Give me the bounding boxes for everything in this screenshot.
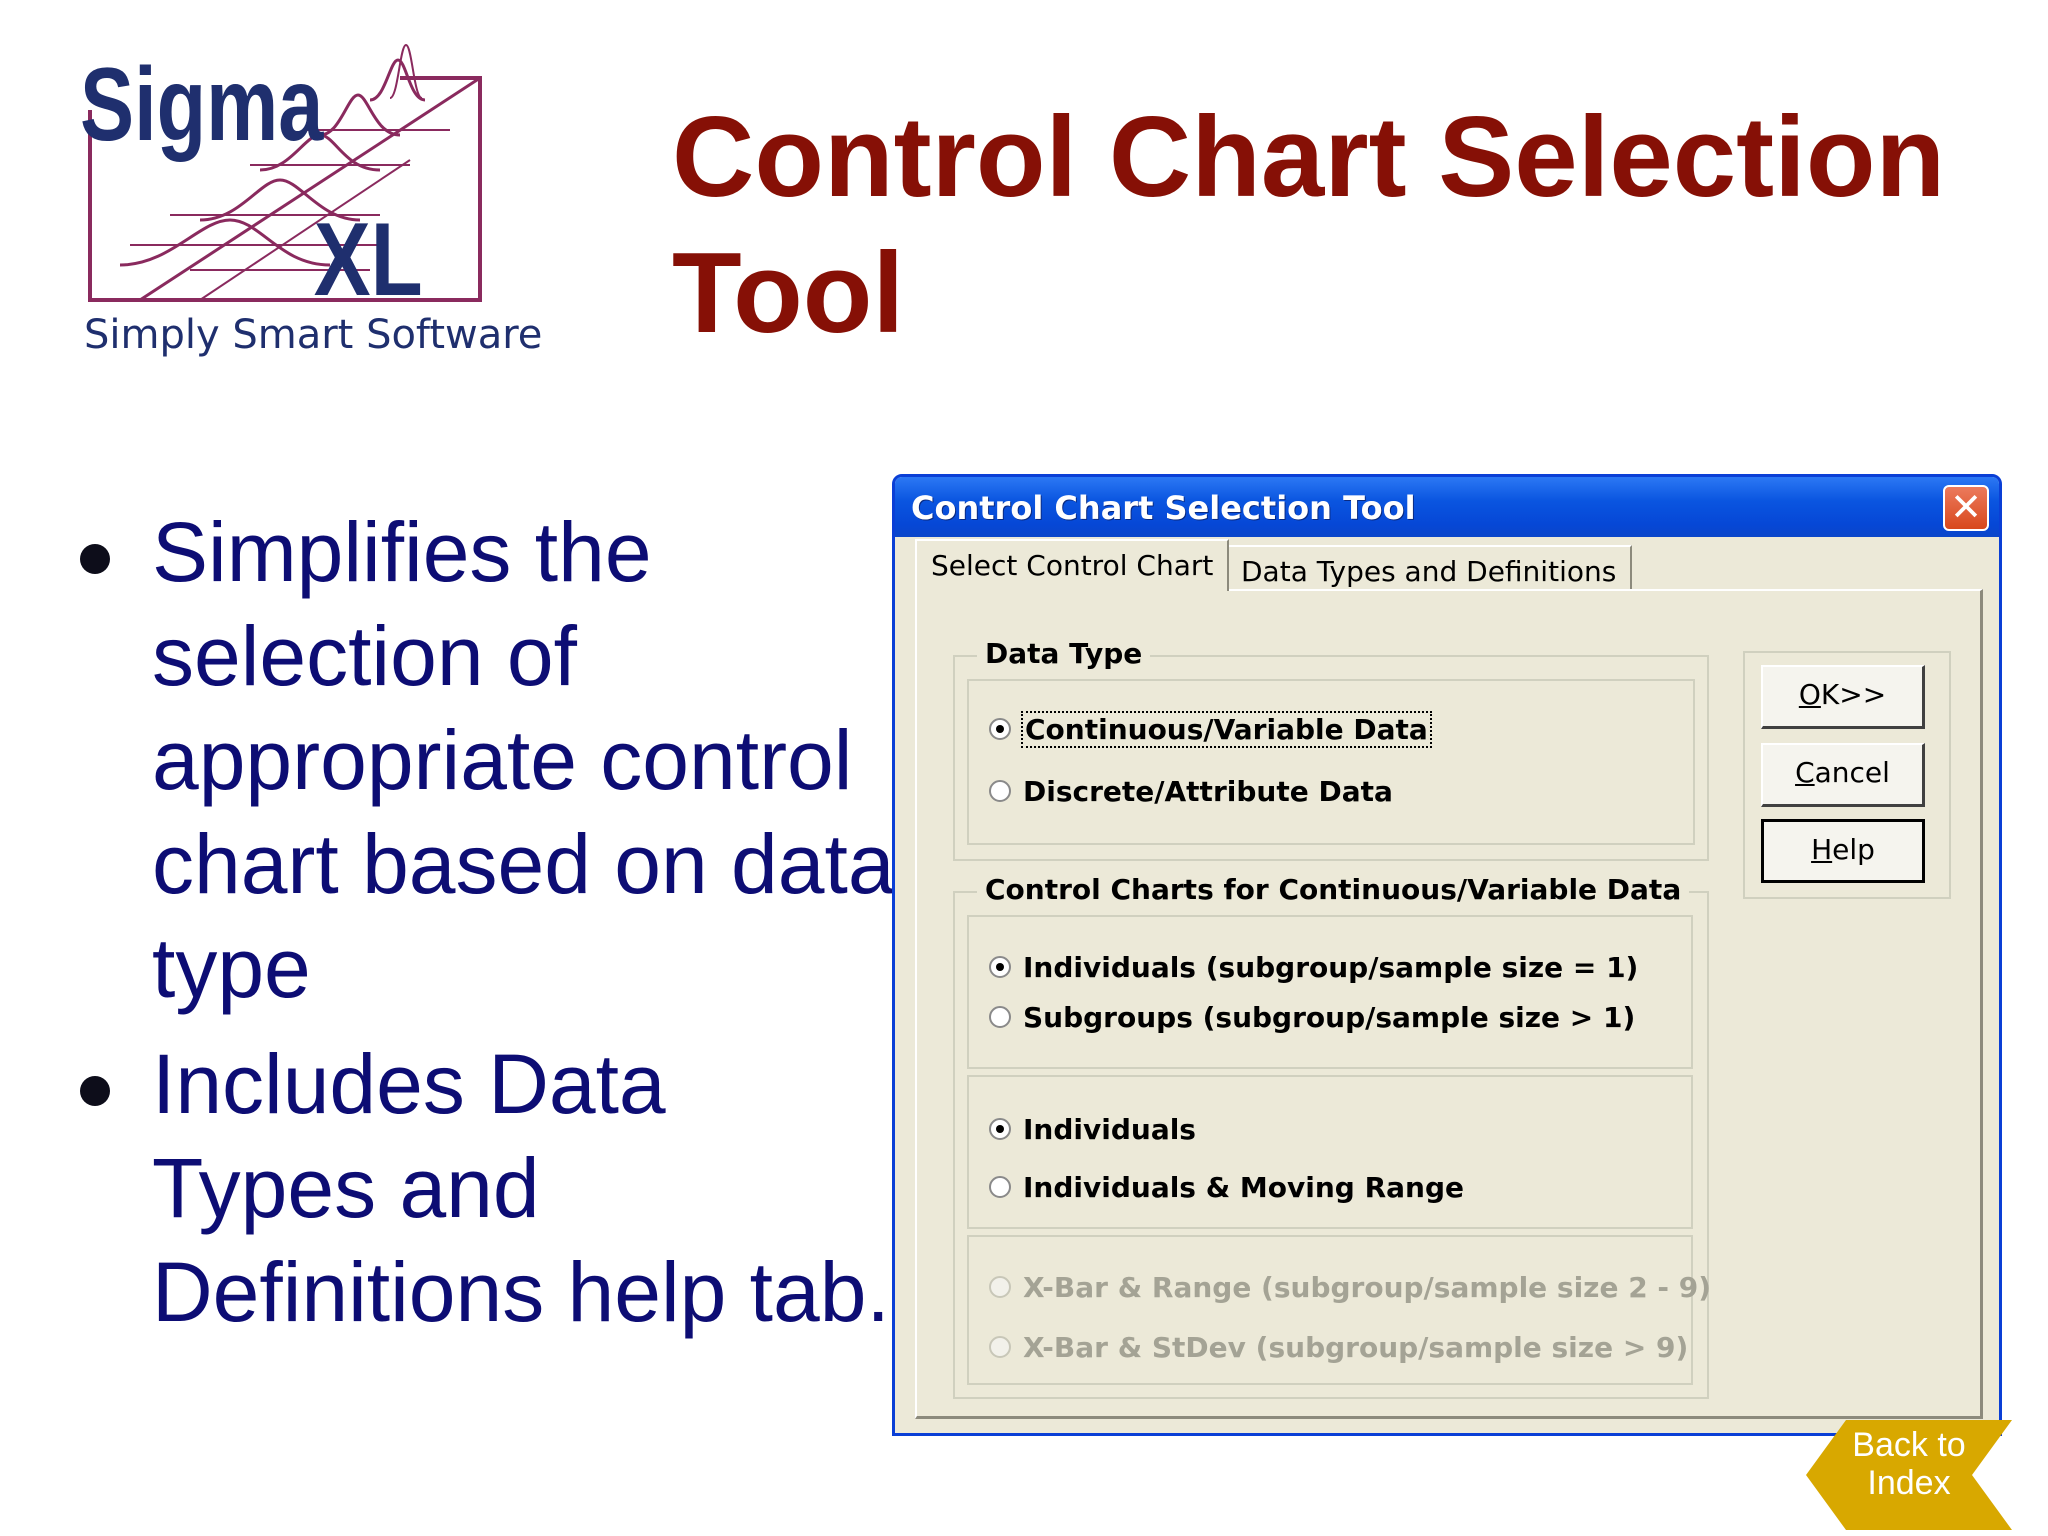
radio-unchecked-icon[interactable]: [989, 1176, 1011, 1198]
individuals-chart-box: Individuals Individuals & Moving Range: [967, 1075, 1693, 1229]
dialog-title: Control Chart Selection Tool: [911, 489, 1416, 527]
radio-label: Continuous/Variable Data: [1021, 710, 1432, 748]
radio-checked-icon[interactable]: [989, 1118, 1011, 1140]
bullet-dot-icon: [80, 544, 110, 574]
continuous-charts-legend: Control Charts for Continuous/Variable D…: [977, 873, 1690, 906]
radio-label: Individuals: [1023, 1112, 1196, 1146]
cancel-button[interactable]: Cancel: [1761, 743, 1925, 807]
radio-label: X-Bar & Range (subgroup/sample size 2 - …: [1023, 1270, 1712, 1304]
bullet-item: Simplifies the selection of appropriate …: [70, 500, 900, 1020]
dialog-titlebar[interactable]: Control Chart Selection Tool ✕: [895, 477, 1999, 537]
logo-brand-bottom: XL: [314, 202, 423, 318]
data-type-options-box: Continuous/Variable Data Discrete/Attrib…: [967, 679, 1695, 845]
ok-button[interactable]: OK>>: [1761, 665, 1925, 729]
radio-label: Discrete/Attribute Data: [1023, 774, 1393, 808]
radio-disabled-icon: [989, 1336, 1011, 1358]
radio-individuals[interactable]: Individuals: [989, 1109, 1196, 1149]
radio-individuals-moving-range[interactable]: Individuals & Moving Range: [989, 1167, 1464, 1207]
radio-individuals-size-1[interactable]: Individuals (subgroup/sample size = 1): [989, 947, 1638, 987]
help-button[interactable]: Help: [1761, 819, 1925, 883]
radio-discrete-attribute-data[interactable]: Discrete/Attribute Data: [989, 771, 1393, 811]
continuous-charts-group: Control Charts for Continuous/Variable D…: [953, 873, 1711, 1399]
logo-tagline: Simply Smart Software: [84, 312, 543, 358]
subgroup-size-box: Individuals (subgroup/sample size = 1) S…: [967, 915, 1693, 1069]
radio-checked-icon[interactable]: [989, 956, 1011, 978]
radio-disabled-icon: [989, 1276, 1011, 1298]
bullet-list: Simplifies the selection of appropriate …: [70, 500, 900, 1356]
bullet-text: Includes Data Types and Definitions help…: [152, 1037, 890, 1339]
radio-continuous-variable-data[interactable]: Continuous/Variable Data: [989, 709, 1432, 749]
radio-label: X-Bar & StDev (subgroup/sample size > 9): [1023, 1330, 1689, 1364]
radio-unchecked-icon[interactable]: [989, 780, 1011, 802]
radio-xbar-stdev: X-Bar & StDev (subgroup/sample size > 9): [989, 1327, 1688, 1367]
button-group: OK>> Cancel Help: [1743, 651, 1951, 899]
radio-xbar-range: X-Bar & Range (subgroup/sample size 2 - …: [989, 1267, 1711, 1307]
radio-label: Individuals & Moving Range: [1023, 1170, 1464, 1204]
slide-title: Control Chart Selection Tool: [672, 94, 1946, 357]
control-chart-selection-dialog: Control Chart Selection Tool ✕ Select Co…: [892, 474, 2002, 1436]
bullet-text: Simplifies the selection of appropriate …: [152, 505, 895, 1015]
tab-panel: Data Type Continuous/Variable Data Discr…: [915, 589, 1983, 1419]
radio-unchecked-icon[interactable]: [989, 1006, 1011, 1028]
radio-subgroups-size-gt-1[interactable]: Subgroups (subgroup/sample size > 1): [989, 997, 1635, 1037]
radio-label: Subgroups (subgroup/sample size > 1): [1023, 1000, 1636, 1034]
close-button[interactable]: ✕: [1943, 485, 1989, 531]
tab-select-control-chart[interactable]: Select Control Chart: [915, 539, 1230, 591]
back-to-index-button[interactable]: Back to Index: [1806, 1426, 2012, 1502]
radio-label: Individuals (subgroup/sample size = 1): [1023, 950, 1639, 984]
subgroup-chart-box: X-Bar & Range (subgroup/sample size 2 - …: [967, 1235, 1711, 1385]
data-type-group: Data Type Continuous/Variable Data Discr…: [953, 637, 1709, 861]
logo-brand-top: Sigma: [80, 46, 324, 162]
radio-checked-icon[interactable]: [989, 718, 1011, 740]
data-type-legend: Data Type: [977, 637, 1151, 670]
back-to-index-line1: Back to: [1852, 1426, 1966, 1464]
bullet-item: Includes Data Types and Definitions help…: [70, 1032, 900, 1344]
back-to-index-line2: Index: [1867, 1464, 1951, 1502]
tab-strip: Select Control Chart Data Types and Defi…: [909, 539, 1989, 591]
tab-data-types-and-definitions[interactable]: Data Types and Definitions: [1225, 545, 1633, 589]
close-icon: ✕: [1950, 485, 1982, 529]
bullet-dot-icon: [80, 1076, 110, 1106]
